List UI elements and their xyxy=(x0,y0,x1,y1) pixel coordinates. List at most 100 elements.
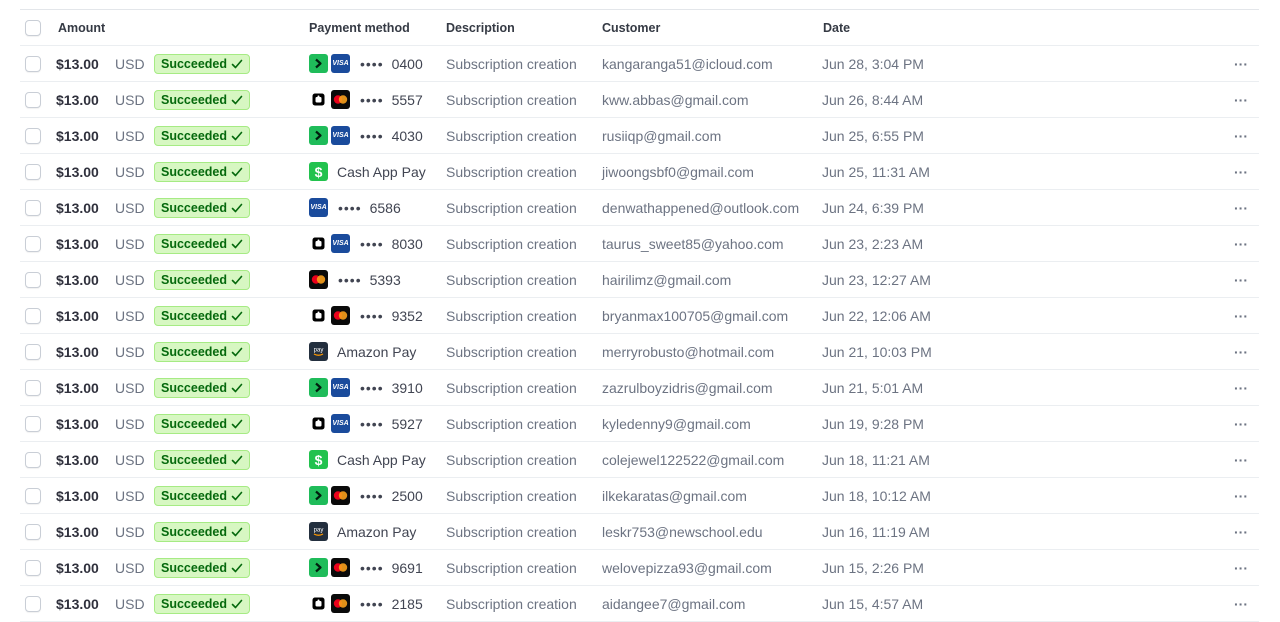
more-actions-button[interactable]: ··· xyxy=(1233,82,1249,117)
column-header-customer[interactable]: Customer xyxy=(602,10,660,45)
more-actions-button[interactable]: ··· xyxy=(1233,442,1249,477)
table-row[interactable]: $13.00 USD Succeeded VISA •••• 0400 Subscr… xyxy=(20,46,1259,82)
checkbox-box[interactable] xyxy=(25,19,41,36)
table-row[interactable]: $13.00 USD Succeeded VISA •••• 6586 Subscr… xyxy=(20,190,1259,226)
checkmark-icon xyxy=(231,167,243,176)
amount: $13.00 xyxy=(56,199,99,216)
customer-email[interactable]: rusiiqp@gmail.com xyxy=(602,118,721,153)
date: Jun 19, 9:28 PM xyxy=(822,415,924,432)
table-row[interactable]: $13.00 USD Succeeded VISA •••• 3910 Subscr… xyxy=(20,370,1259,406)
amount: $13.00 xyxy=(56,559,99,576)
customer-email[interactable]: zazrulboyzidris@gmail.com xyxy=(602,370,773,405)
row-checkbox[interactable] xyxy=(25,154,41,189)
customer-email[interactable]: leskr753@newschool.edu xyxy=(602,514,763,549)
checkbox-box[interactable] xyxy=(25,595,41,612)
row-checkbox[interactable] xyxy=(25,370,41,405)
table-row[interactable]: $13.00 USD Succeeded •••• 9352 Subscripti… xyxy=(20,298,1259,334)
row-checkbox[interactable] xyxy=(25,46,41,81)
more-actions-button[interactable]: ··· xyxy=(1233,46,1249,81)
more-actions-button[interactable]: ··· xyxy=(1233,154,1249,189)
checkbox-box[interactable] xyxy=(25,235,41,252)
checkbox-box[interactable] xyxy=(25,55,41,72)
row-checkbox[interactable] xyxy=(25,478,41,513)
customer-email[interactable]: welovepizza93@gmail.com xyxy=(602,550,772,585)
customer-email[interactable]: kangaranga51@icloud.com xyxy=(602,46,773,81)
checkbox-box[interactable] xyxy=(25,91,41,108)
checkbox-box[interactable] xyxy=(25,127,41,144)
customer-email[interactable]: hairilimz@gmail.com xyxy=(602,262,731,297)
more-actions-button[interactable]: ··· xyxy=(1233,334,1249,369)
customer-email[interactable]: ilkekaratas@gmail.com xyxy=(602,478,747,513)
checkbox-box[interactable] xyxy=(25,163,41,180)
more-actions-button[interactable]: ··· xyxy=(1233,226,1249,261)
checkbox-box[interactable] xyxy=(25,451,41,468)
more-actions-button[interactable]: ··· xyxy=(1233,586,1249,621)
table-row[interactable]: $13.00 USD Succeeded $ Cash App Pay Subsc… xyxy=(20,154,1259,190)
table-row[interactable]: $13.00 USD Succeeded •••• 2500 Subscripti… xyxy=(20,478,1259,514)
customer-email[interactable]: kyledenny9@gmail.com xyxy=(602,406,751,441)
more-actions-button[interactable]: ··· xyxy=(1233,370,1249,405)
more-actions-button[interactable]: ··· xyxy=(1233,478,1249,513)
table-row[interactable]: $13.00 USD Succeeded pay Amazon Pay Subsc… xyxy=(20,334,1259,370)
column-header-description[interactable]: Description xyxy=(446,10,515,45)
table-row[interactable]: $13.00 USD Succeeded VISA •••• 8030 Subscr… xyxy=(20,226,1259,262)
date: Jun 26, 8:44 AM xyxy=(822,91,924,108)
table-row[interactable]: $13.00 USD Succeeded VISA •••• 4030 Subscr… xyxy=(20,118,1259,154)
customer-email[interactable]: kww.abbas@gmail.com xyxy=(602,82,749,117)
checkbox-box[interactable] xyxy=(25,307,41,324)
select-all-checkbox[interactable] xyxy=(25,10,41,45)
row-checkbox[interactable] xyxy=(25,298,41,333)
row-checkbox[interactable] xyxy=(25,442,41,477)
more-actions-button[interactable]: ··· xyxy=(1233,514,1249,549)
more-actions-button[interactable]: ··· xyxy=(1233,190,1249,225)
checkbox-box[interactable] xyxy=(25,559,41,576)
table-row[interactable]: $13.00 USD Succeeded pay Amazon Pay Subsc… xyxy=(20,514,1259,550)
more-actions-button[interactable]: ··· xyxy=(1233,550,1249,585)
column-header-date[interactable]: Date xyxy=(823,10,850,45)
row-checkbox[interactable] xyxy=(25,586,41,621)
visa-icon: VISA xyxy=(331,234,350,253)
payment-method: VISA •••• 3910 xyxy=(309,370,423,405)
table-row[interactable]: $13.00 USD Succeeded $ Cash App Pay Subsc… xyxy=(20,442,1259,478)
column-header-payment-method[interactable]: Payment method xyxy=(309,10,410,45)
customer-email[interactable]: aidangee7@gmail.com xyxy=(602,586,745,621)
more-actions-button[interactable]: ··· xyxy=(1233,298,1249,333)
checkbox-box[interactable] xyxy=(25,523,41,540)
customer-email[interactable]: denwathappened@outlook.com xyxy=(602,190,799,225)
row-checkbox[interactable] xyxy=(25,334,41,369)
row-checkbox[interactable] xyxy=(25,226,41,261)
row-checkbox[interactable] xyxy=(25,514,41,549)
customer-email[interactable]: jiwoongsbf0@gmail.com xyxy=(602,154,754,189)
checkbox-box[interactable] xyxy=(25,415,41,432)
row-checkbox[interactable] xyxy=(25,118,41,153)
card-mask: •••• xyxy=(360,235,384,252)
row-checkbox[interactable] xyxy=(25,406,41,441)
row-checkbox[interactable] xyxy=(25,190,41,225)
more-actions-button[interactable]: ··· xyxy=(1233,406,1249,441)
row-checkbox[interactable] xyxy=(25,262,41,297)
card-mask: •••• xyxy=(360,127,384,144)
status-cell: Succeeded xyxy=(154,514,251,549)
table-row[interactable]: $13.00 USD Succeeded VISA •••• 5927 Subscr… xyxy=(20,406,1259,442)
checkbox-box[interactable] xyxy=(25,379,41,396)
row-checkbox[interactable] xyxy=(25,82,41,117)
table-row[interactable]: $13.00 USD Succeeded •••• 5393 Subscripti… xyxy=(20,262,1259,298)
date: Jun 18, 10:12 AM xyxy=(822,487,931,504)
checkbox-box[interactable] xyxy=(25,343,41,360)
column-header-amount[interactable]: Amount xyxy=(58,10,105,45)
table-row[interactable]: $13.00 USD Succeeded •••• 9691 Subscripti… xyxy=(20,550,1259,586)
checkbox-box[interactable] xyxy=(25,199,41,216)
checkbox-box[interactable] xyxy=(25,487,41,504)
row-checkbox[interactable] xyxy=(25,550,41,585)
customer-email[interactable]: bryanmax100705@gmail.com xyxy=(602,298,788,333)
customer-email[interactable]: merryrobusto@hotmail.com xyxy=(602,334,774,369)
customer-email[interactable]: colejewel122522@gmail.com xyxy=(602,442,784,477)
customer-email[interactable]: taurus_sweet85@yahoo.com xyxy=(602,226,784,261)
table-row[interactable]: $13.00 USD Succeeded •••• 5557 Subscripti… xyxy=(20,82,1259,118)
more-actions-button[interactable]: ··· xyxy=(1233,262,1249,297)
checkbox-box[interactable] xyxy=(25,271,41,288)
table-row[interactable]: $13.00 USD Succeeded •••• 2185 Subscripti… xyxy=(20,586,1259,622)
checkmark-icon xyxy=(231,311,243,320)
card-last4: 5557 xyxy=(391,91,423,108)
more-actions-button[interactable]: ··· xyxy=(1233,118,1249,153)
